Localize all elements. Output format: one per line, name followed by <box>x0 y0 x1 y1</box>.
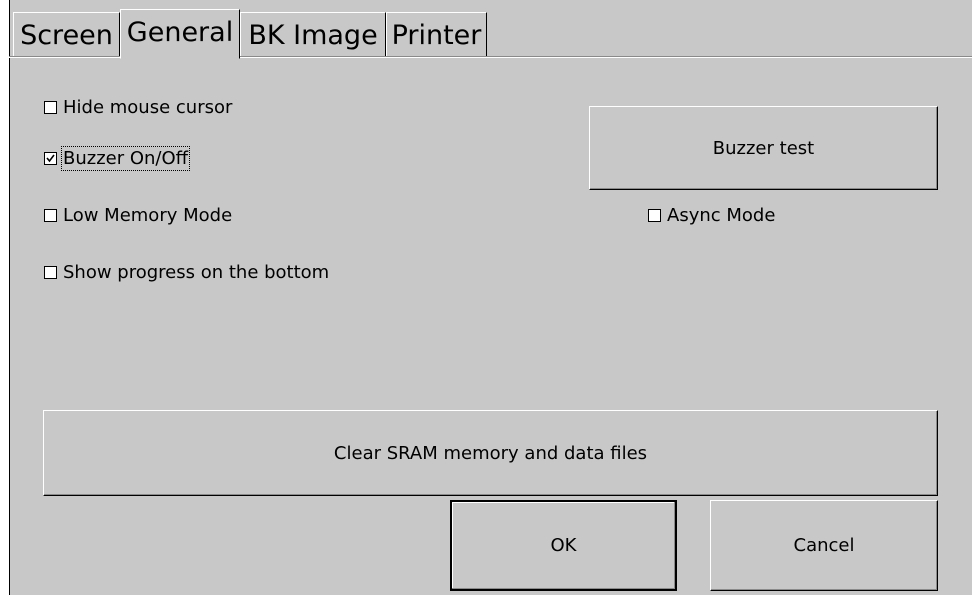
check-mark-icon <box>46 154 55 162</box>
low-memory-mode-checkbox[interactable] <box>44 208 57 222</box>
low-memory-mode-label: Low Memory Mode <box>63 204 233 226</box>
low-memory-mode-option[interactable]: Low Memory Mode <box>44 204 232 226</box>
tab-printer[interactable]: Printer <box>386 12 487 57</box>
buzzer-test-button[interactable]: Buzzer test <box>589 106 938 190</box>
async-mode-label: Async Mode <box>667 204 776 226</box>
show-progress-checkbox[interactable] <box>44 265 57 279</box>
hide-mouse-cursor-label: Hide mouse cursor <box>63 96 233 118</box>
hide-mouse-cursor-checkbox[interactable] <box>44 100 57 114</box>
show-progress-label: Show progress on the bottom <box>63 261 330 283</box>
buzzer-onoff-checkbox[interactable] <box>44 151 57 165</box>
tab-bk-image[interactable]: BK Image <box>240 12 386 57</box>
ok-button[interactable]: OK <box>450 500 677 591</box>
tab-general[interactable]: General <box>120 9 240 59</box>
cancel-button[interactable]: Cancel <box>710 500 938 591</box>
async-mode-option[interactable]: Async Mode <box>648 204 775 226</box>
buzzer-onoff-option[interactable]: Buzzer On/Off <box>44 145 191 171</box>
show-progress-option[interactable]: Show progress on the bottom <box>44 261 329 283</box>
hide-mouse-cursor-option[interactable]: Hide mouse cursor <box>44 96 232 118</box>
tab-screen[interactable]: Screen <box>13 12 120 57</box>
clear-sram-button[interactable]: Clear SRAM memory and data files <box>43 410 938 496</box>
async-mode-checkbox[interactable] <box>648 208 661 222</box>
buzzer-onoff-label: Buzzer On/Off <box>60 145 191 171</box>
